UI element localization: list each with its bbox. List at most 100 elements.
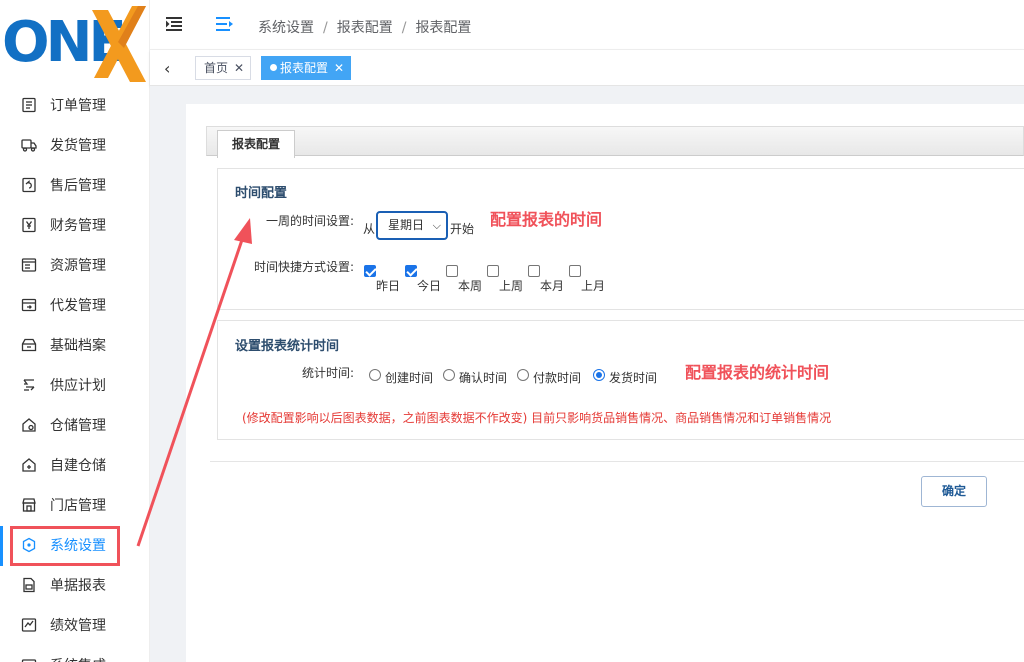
confirm-button[interactable]: 确定 bbox=[921, 476, 987, 507]
sidebar-item-label: 资源管理 bbox=[50, 258, 106, 274]
sidebar-item-label: 财务管理 bbox=[50, 218, 106, 234]
week-setting-label: 一周的时间设置: bbox=[266, 214, 355, 228]
stat-time-radio[interactable] bbox=[369, 369, 381, 381]
shortcut-checkbox[interactable] bbox=[446, 265, 458, 277]
truck-icon bbox=[21, 137, 37, 153]
archive-icon bbox=[21, 337, 37, 353]
stat-time-radio[interactable] bbox=[517, 369, 529, 381]
sidebar-item-label: 仓储管理 bbox=[50, 418, 106, 434]
annotation-stat: 配置报表的统计时间 bbox=[685, 363, 830, 382]
resource-icon bbox=[21, 257, 37, 273]
divider bbox=[210, 461, 1024, 462]
sidebar-item-label: 绩效管理 bbox=[50, 618, 106, 634]
top-header: 系统设置 / 报表配置 / 报表配置 bbox=[150, 0, 1024, 50]
sidebar-item[interactable]: 资源管理 bbox=[0, 245, 149, 285]
inner-tab-strip: 报表配置 bbox=[206, 126, 1024, 158]
tabs-bar: ‹ 首页 ✕ 报表配置 ✕ bbox=[150, 50, 1024, 86]
week-start-value: 星期日 bbox=[388, 218, 425, 232]
sidebar-item-label: 订单管理 bbox=[50, 98, 106, 114]
breadcrumb: 系统设置 / 报表配置 / 报表配置 bbox=[258, 17, 471, 37]
warehouse-icon bbox=[21, 417, 37, 433]
sidebar-item[interactable]: 财务管理 bbox=[0, 205, 149, 245]
start-text: 开始 bbox=[450, 222, 475, 236]
shortcut-checkbox[interactable] bbox=[405, 265, 417, 277]
dropship-icon bbox=[21, 297, 37, 313]
kpi-icon bbox=[21, 617, 37, 633]
stat-time-option-label: 付款时间 bbox=[533, 371, 582, 385]
stat-time-label: 统计时间: bbox=[302, 366, 355, 380]
stat-time-radio[interactable] bbox=[593, 369, 605, 381]
return-icon bbox=[21, 177, 37, 193]
stat-time-option-label: 确认时间 bbox=[459, 371, 508, 385]
inner-tab-report-config[interactable]: 报表配置 bbox=[217, 130, 296, 158]
active-indicator bbox=[0, 526, 3, 566]
breadcrumb-separator: / bbox=[323, 20, 328, 36]
shortcut-label: 今日 bbox=[417, 279, 442, 293]
breadcrumb-item[interactable]: 报表配置 bbox=[337, 20, 393, 36]
stat-config-title: 设置报表统计时间 bbox=[235, 339, 340, 354]
sidebar-item-label: 自建仓储 bbox=[50, 458, 106, 474]
shortcut-checkbox[interactable] bbox=[569, 265, 581, 277]
sidebar-item-label: 基础档案 bbox=[50, 338, 106, 354]
sidebar-item[interactable]: 售后管理 bbox=[0, 165, 149, 205]
sidebar-item-label: 系统集成 bbox=[50, 655, 106, 662]
sidebar-item[interactable]: 系统集成 bbox=[0, 645, 149, 662]
sidebar-item-label: 售后管理 bbox=[50, 178, 106, 194]
sidebar-item-label: 单据报表 bbox=[50, 578, 106, 594]
store-icon bbox=[21, 497, 37, 513]
shortcut-label: 本月 bbox=[540, 279, 565, 293]
sidebar-item-label: 门店管理 bbox=[50, 498, 106, 514]
supply-icon bbox=[21, 377, 37, 393]
highlight-box bbox=[10, 526, 120, 566]
shortcut-label: 上月 bbox=[581, 279, 606, 293]
breadcrumb-item: 报表配置 bbox=[415, 20, 472, 36]
sidebar-item[interactable]: 自建仓储 bbox=[0, 445, 149, 485]
shortcut-label: 昨日 bbox=[376, 279, 401, 293]
shortcut-checkbox[interactable] bbox=[364, 265, 376, 277]
breadcrumb-separator: / bbox=[401, 20, 407, 36]
from-text: 从 bbox=[363, 222, 376, 236]
week-start-select[interactable]: 星期日 ⌵ bbox=[376, 211, 448, 240]
chevron-down-icon: ⌵ bbox=[432, 219, 441, 232]
shortcut-checkbox[interactable] bbox=[528, 265, 540, 277]
integration-icon bbox=[21, 657, 37, 662]
close-icon[interactable]: ✕ bbox=[234, 61, 244, 75]
sidebar-item-label: 代发管理 bbox=[50, 298, 106, 314]
sidebar-item[interactable]: 基础档案 bbox=[0, 325, 149, 365]
sidebar-item[interactable]: 发货管理 bbox=[0, 125, 149, 165]
tab-report-config[interactable]: 报表配置 ✕ bbox=[261, 56, 352, 80]
stat-time-option-label: 创建时间 bbox=[385, 371, 434, 385]
menu-collapse-icon[interactable] bbox=[166, 17, 182, 31]
yen-icon bbox=[21, 217, 37, 233]
order-list-icon bbox=[21, 97, 37, 113]
menu-toggle-icon[interactable] bbox=[216, 17, 233, 31]
sidebar-item-label: 发货管理 bbox=[50, 138, 106, 154]
sidebar-item[interactable]: 绩效管理 bbox=[0, 605, 149, 645]
shortcut-checkbox[interactable] bbox=[487, 265, 499, 277]
sidebar-item[interactable]: 代发管理 bbox=[0, 285, 149, 325]
tab-home[interactable]: 首页 ✕ bbox=[195, 56, 252, 80]
shortcut-label: 上周 bbox=[499, 279, 524, 293]
breadcrumb-item[interactable]: 系统设置 bbox=[258, 20, 314, 36]
report-icon bbox=[21, 577, 37, 593]
sidebar-item[interactable]: 订单管理 bbox=[0, 85, 149, 125]
shortcut-setting-label: 时间快捷方式设置: bbox=[254, 260, 355, 274]
sidebar-item[interactable]: 供应计划 bbox=[0, 365, 149, 405]
sidebar-item[interactable]: 仓储管理 bbox=[0, 405, 149, 445]
home-plus-icon bbox=[21, 457, 37, 473]
tab-label: 首页 bbox=[204, 61, 229, 75]
config-note: (修改配置影响以后图表数据，之前图表数据不作改变) 目前只影响货品销售情况、商品… bbox=[242, 411, 832, 425]
sidebar-item[interactable]: 单据报表 bbox=[0, 565, 149, 605]
stat-time-radio[interactable] bbox=[443, 369, 455, 381]
annotation-time: 配置报表的时间 bbox=[490, 210, 603, 229]
time-config-section bbox=[217, 168, 1024, 310]
active-dot-icon bbox=[270, 64, 277, 71]
time-config-title: 时间配置 bbox=[235, 186, 288, 201]
sidebar-item-label: 供应计划 bbox=[50, 378, 106, 394]
chevron-left-icon[interactable]: ‹ bbox=[164, 59, 170, 78]
brand-logo[interactable]: ONE bbox=[0, 0, 149, 88]
tab-label: 报表配置 bbox=[280, 61, 329, 75]
close-icon[interactable]: ✕ bbox=[334, 61, 344, 75]
sidebar-item[interactable]: 门店管理 bbox=[0, 485, 149, 525]
stat-time-option-label: 发货时间 bbox=[609, 371, 658, 385]
